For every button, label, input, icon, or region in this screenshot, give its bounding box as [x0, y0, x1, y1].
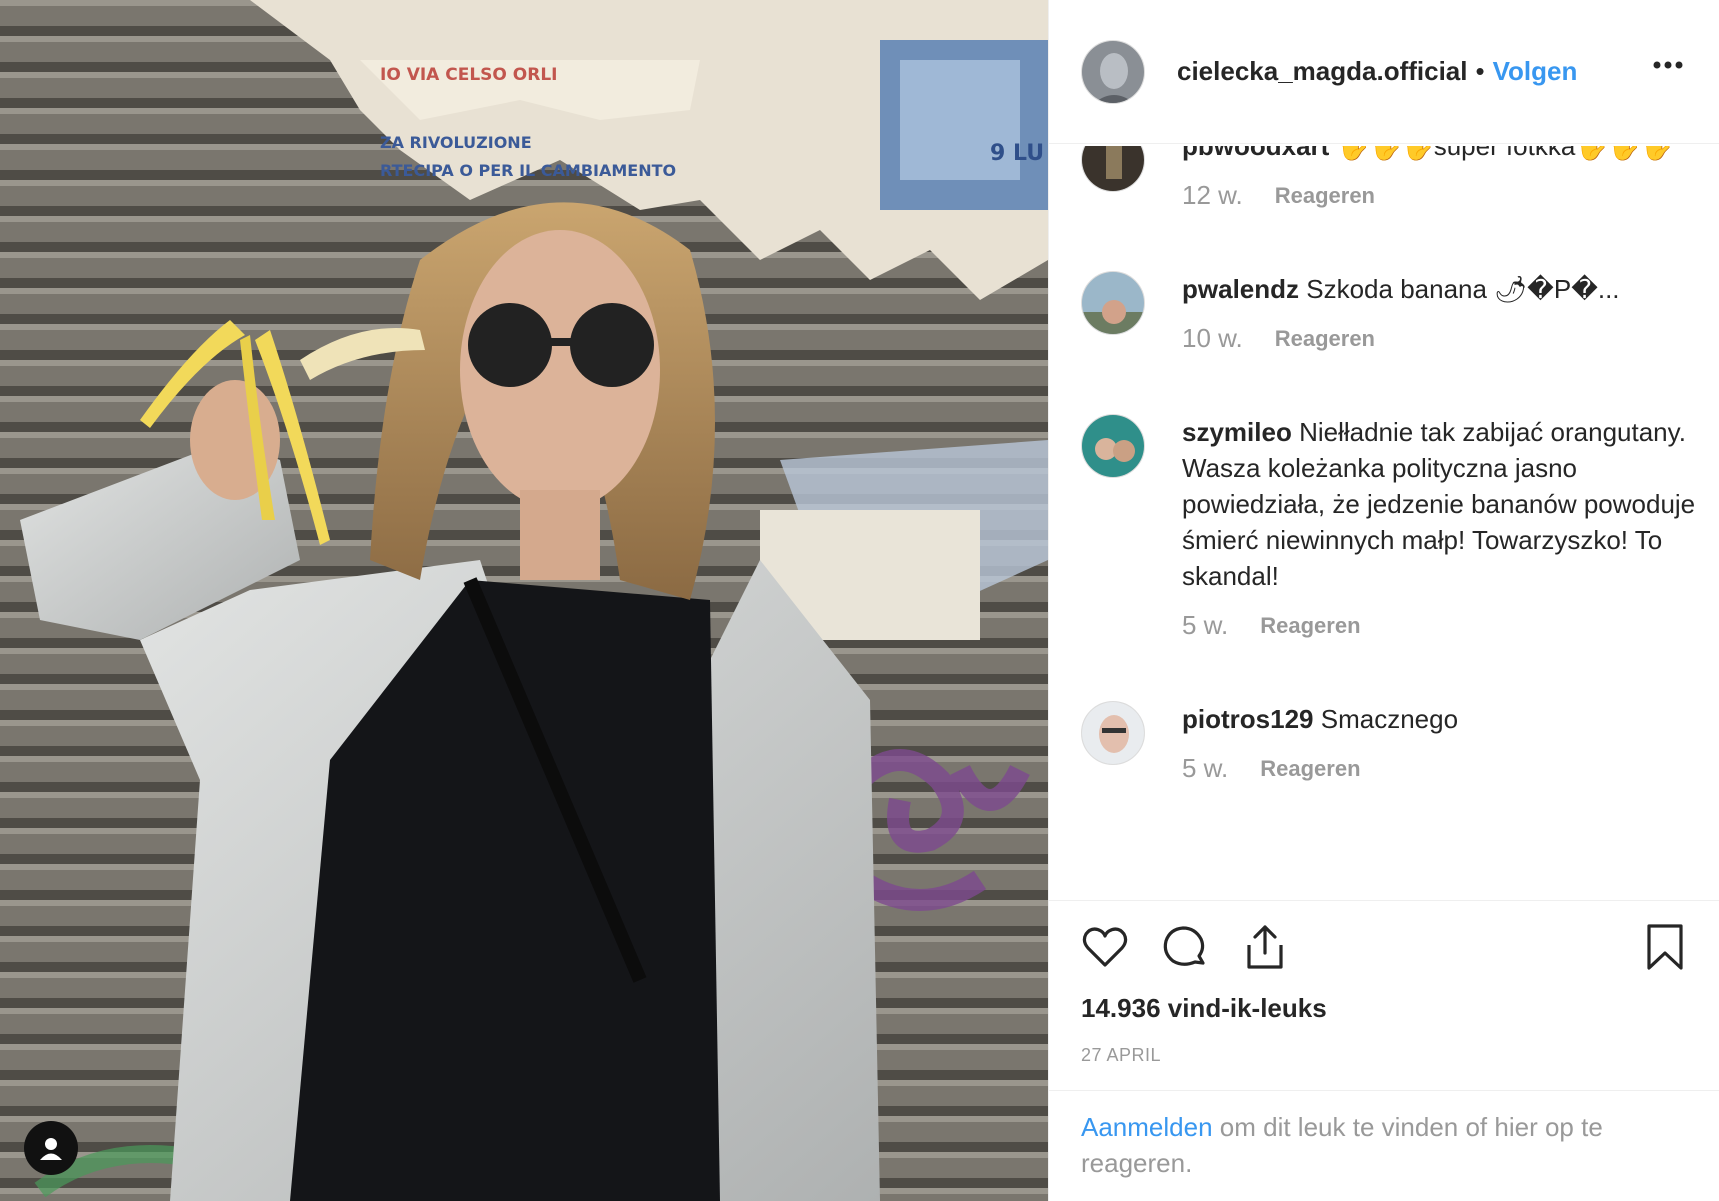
svg-text:RTECIPA O PER IL CAMBIAMENTO: RTECIPA O PER IL CAMBIAMENTO	[380, 161, 676, 180]
post-date[interactable]: 27 APRIL	[1081, 1045, 1161, 1066]
share-icon	[1247, 925, 1283, 969]
post-header: cielecka_magda.official • Volgen	[1049, 0, 1719, 144]
reply-button[interactable]: Reageren	[1275, 326, 1375, 352]
photo-illustration: IO VIA CELSO ORLI ZA RIVOLUZIONE RTECIPA…	[0, 0, 1048, 1201]
commenter-username[interactable]: pwalendz	[1182, 274, 1299, 304]
reply-button[interactable]: Reageren	[1275, 183, 1375, 209]
login-prompt: Aanmelden om dit leuk te vinden of hier …	[1049, 1090, 1719, 1201]
post-sidebar: cielecka_magda.official • Volgen pbwoodx…	[1048, 0, 1719, 1201]
action-icons	[1081, 923, 1687, 983]
user-tag-icon	[40, 1138, 62, 1160]
comment-text: Smacznego	[1320, 704, 1459, 734]
post-actions: 14.936 vind-ik-leuks 27 APRIL	[1049, 900, 1719, 1090]
login-link[interactable]: Aanmelden	[1081, 1112, 1213, 1142]
svg-text:IO VIA CELSO ORLI: IO VIA CELSO ORLI	[380, 65, 558, 85]
reply-button[interactable]: Reageren	[1260, 613, 1360, 639]
heart-icon	[1082, 927, 1128, 967]
author-avatar[interactable]	[1081, 39, 1145, 104]
comment-meta: 12 w. Reageren	[1182, 180, 1699, 211]
svg-text:ZA RIVOLUZIONE: ZA RIVOLUZIONE	[380, 133, 532, 152]
user-tag-button[interactable]	[24, 1121, 78, 1175]
comment-item: pwalendz Szkoda banana 🌶�P�... 10 w. Rea…	[1081, 271, 1699, 354]
comment-body: piotros129 Smacznego	[1182, 701, 1699, 737]
comment-age[interactable]: 12 w.	[1182, 180, 1243, 211]
comment-meta: 5 w. Reageren	[1182, 610, 1699, 641]
comment-item: pbwoodxart 🖐🖐🖐super fotkka🖐🖐🖐 12 w. Reag…	[1081, 146, 1699, 211]
likes-count[interactable]: 14.936 vind-ik-leuks	[1081, 993, 1327, 1024]
commenter-username[interactable]: szymileo	[1182, 417, 1292, 447]
commenter-avatar[interactable]	[1081, 701, 1145, 765]
like-button[interactable]	[1081, 923, 1129, 976]
more-options-button[interactable]	[1653, 56, 1683, 74]
comment-text: Szkoda banana 🌶�P�...	[1306, 274, 1620, 304]
comments-list[interactable]: pbwoodxart 🖐🖐🖐super fotkka🖐🖐🖐 12 w. Reag…	[1081, 146, 1699, 898]
comment-body: pbwoodxart 🖐🖐🖐super fotkka🖐🖐🖐	[1182, 146, 1699, 164]
author-username[interactable]: cielecka_magda.official	[1177, 56, 1467, 87]
comment-text: 🖐🖐🖐super fotkka🖐🖐🖐	[1336, 146, 1673, 161]
commenter-username[interactable]: pbwoodxart	[1182, 146, 1329, 161]
save-button[interactable]	[1643, 923, 1687, 976]
follow-button[interactable]: Volgen	[1493, 56, 1578, 87]
comment-age[interactable]: 5 w.	[1182, 753, 1228, 784]
commenter-avatar[interactable]	[1081, 146, 1145, 192]
comment-meta: 5 w. Reageren	[1182, 753, 1699, 784]
commenter-username[interactable]: piotros129	[1182, 704, 1314, 734]
comment-meta: 10 w. Reageren	[1182, 323, 1699, 354]
more-options-icon	[1653, 61, 1683, 69]
comment-body: szymileo Niełładnie tak zabijać oranguta…	[1182, 414, 1699, 594]
author-avatar-image	[1082, 40, 1144, 103]
comment-item: piotros129 Smacznego 5 w. Reageren	[1081, 701, 1699, 784]
comment-icon	[1163, 926, 1205, 966]
reply-button[interactable]: Reageren	[1260, 756, 1360, 782]
comment-body: pwalendz Szkoda banana 🌶�P�...	[1182, 271, 1699, 307]
commenter-avatar[interactable]	[1081, 414, 1145, 478]
post-photo[interactable]: IO VIA CELSO ORLI ZA RIVOLUZIONE RTECIPA…	[0, 0, 1048, 1201]
comment-item: szymileo Niełładnie tak zabijać oranguta…	[1081, 414, 1699, 641]
comment-age[interactable]: 5 w.	[1182, 610, 1228, 641]
commenter-avatar[interactable]	[1081, 271, 1145, 335]
comment-button[interactable]	[1161, 923, 1209, 976]
comment-age[interactable]: 10 w.	[1182, 323, 1243, 354]
header-separator: •	[1475, 56, 1485, 86]
share-button[interactable]	[1241, 923, 1289, 976]
bookmark-icon	[1647, 924, 1683, 970]
svg-text:9 LU: 9 LU	[990, 141, 1044, 166]
